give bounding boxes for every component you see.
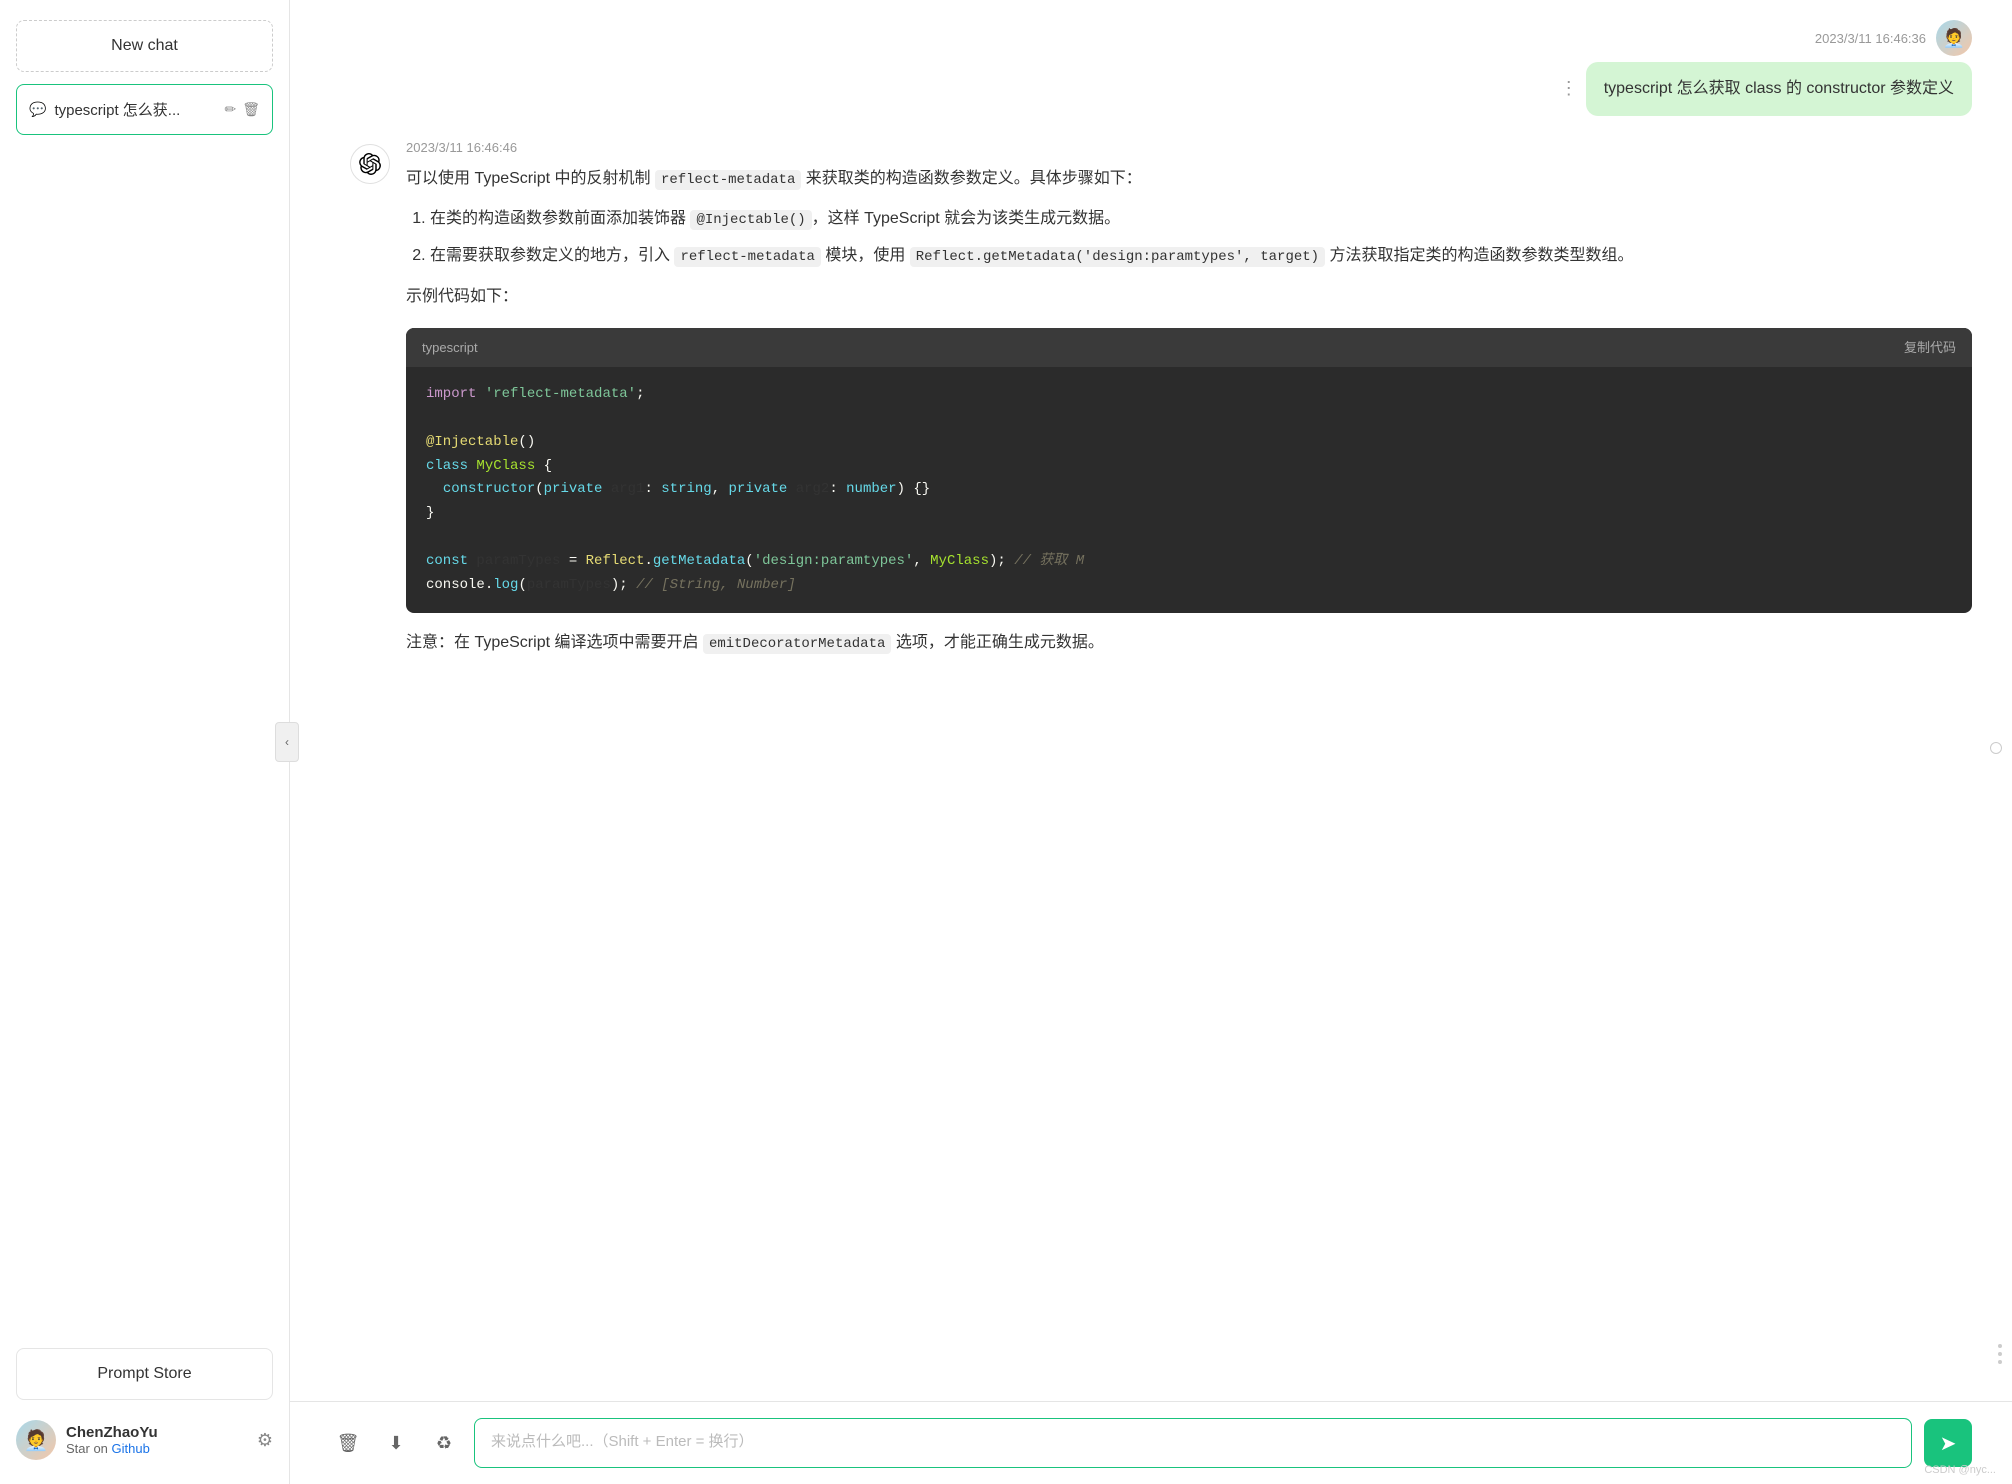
refresh-button[interactable]: ♻ — [426, 1425, 462, 1461]
prompt-store-button[interactable]: Prompt Store — [16, 1348, 273, 1400]
github-link[interactable]: Github — [112, 1441, 150, 1456]
scroll-indicator — [1990, 742, 2002, 754]
chat-history-item[interactable]: 💬 typescript 怎么获... ✏ 🗑 — [16, 84, 273, 135]
new-chat-button[interactable]: New chat — [16, 20, 273, 72]
inline-code-emit-decorator: emitDecoratorMetadata — [703, 634, 891, 654]
user-area: 🧑‍💼 ChenZhaoYu Star on Github ⚙ — [16, 1416, 273, 1464]
export-button[interactable]: ⬇ — [378, 1425, 414, 1461]
code-block: typescript 复制代码 import 'reflect-metadata… — [406, 328, 1972, 614]
code-block-header: typescript 复制代码 — [406, 328, 1972, 367]
user-name: ChenZhaoYu — [66, 1424, 247, 1441]
ai-avatar — [350, 144, 390, 184]
user-subtitle: Star on Github — [66, 1441, 247, 1456]
user-avatar-small: 🧑‍💼 — [1936, 20, 1972, 56]
ai-step-1: 在类的构造函数参数前面添加装饰器 @Injectable()，这样 TypeSc… — [430, 205, 1972, 234]
message-options-icon[interactable]: ⋮ — [1560, 78, 1578, 99]
sidebar: New chat 💬 typescript 怎么获... ✏ 🗑 Prompt … — [0, 0, 290, 1484]
chat-item-title: typescript 怎么获... — [54, 99, 216, 120]
bottom-toolbar: 🗑 ⬇ ♻ ➤ — [290, 1401, 2012, 1484]
ai-example-label: 示例代码如下： — [406, 283, 1972, 312]
ai-timestamp: 2023/3/11 16:46:46 — [406, 140, 1972, 155]
scroll-dot — [1998, 1360, 2002, 1364]
send-icon: ➤ — [1940, 1431, 1957, 1456]
edit-icon[interactable]: ✏ — [224, 101, 236, 118]
chat-messages: 2023/3/11 16:46:36 🧑‍💼 ⋮ typescript 怎么获取… — [290, 0, 2012, 1401]
scroll-dots — [1998, 1344, 2002, 1364]
ai-text-body: 可以使用 TypeScript 中的反射机制 reflect-metadata … — [406, 165, 1972, 659]
inline-code-reflect-metadata-2: reflect-metadata — [674, 247, 820, 267]
user-timestamp: 2023/3/11 16:46:36 — [1815, 31, 1926, 46]
collapse-sidebar-button[interactable]: ‹ — [275, 722, 299, 762]
user-message-meta: 2023/3/11 16:46:36 🧑‍💼 — [1815, 20, 1972, 56]
copy-code-button[interactable]: 复制代码 — [1904, 336, 1956, 359]
send-button[interactable]: ➤ — [1924, 1419, 1972, 1467]
ai-note-paragraph: 注意：在 TypeScript 编译选项中需要开启 emitDecoratorM… — [406, 629, 1972, 658]
ai-step-2: 在需要获取参数定义的地方，引入 reflect-metadata 模块，使用 R… — [430, 242, 1972, 271]
ai-message-row: 2023/3/11 16:46:46 可以使用 TypeScript 中的反射机… — [350, 140, 1972, 671]
refresh-icon: ♻ — [436, 1433, 452, 1454]
chat-icon: 💬 — [29, 101, 46, 118]
ai-message-content: 2023/3/11 16:46:46 可以使用 TypeScript 中的反射机… — [406, 140, 1972, 671]
scroll-dot — [1998, 1352, 2002, 1356]
settings-icon[interactable]: ⚙ — [257, 1430, 273, 1451]
watermark: CSDN @nyc... — [1924, 1464, 1996, 1476]
trash-icon: 🗑 — [337, 1433, 360, 1454]
inline-code-injectable: @Injectable() — [690, 210, 811, 230]
user-info: ChenZhaoYu Star on Github — [66, 1424, 247, 1456]
ai-intro-paragraph: 可以使用 TypeScript 中的反射机制 reflect-metadata … — [406, 165, 1972, 194]
download-icon: ⬇ — [388, 1433, 403, 1454]
delete-icon[interactable]: 🗑 — [242, 101, 260, 118]
chat-item-actions: ✏ 🗑 — [224, 101, 260, 118]
scroll-dot — [1998, 1344, 2002, 1348]
main-chat-area: 2023/3/11 16:46:36 🧑‍💼 ⋮ typescript 怎么获取… — [290, 0, 2012, 1484]
code-content: import 'reflect-metadata'; @Injectable()… — [406, 367, 1972, 613]
avatar: 🧑‍💼 — [16, 1420, 56, 1460]
code-lang-label: typescript — [422, 336, 478, 359]
user-message-bubble: typescript 怎么获取 class 的 constructor 参数定义 — [1586, 62, 1972, 116]
delete-conversation-button[interactable]: 🗑 — [330, 1425, 366, 1461]
user-message-row: 2023/3/11 16:46:36 🧑‍💼 ⋮ typescript 怎么获取… — [350, 20, 1972, 116]
inline-code-reflect-metadata: reflect-metadata — [655, 170, 801, 190]
collapse-icon: ‹ — [285, 735, 289, 749]
ai-steps-list: 在类的构造函数参数前面添加装饰器 @Injectable()，这样 TypeSc… — [406, 205, 1972, 271]
inline-code-getmetadata: Reflect.getMetadata('design:paramtypes',… — [910, 247, 1325, 267]
chat-input[interactable] — [474, 1418, 1912, 1468]
